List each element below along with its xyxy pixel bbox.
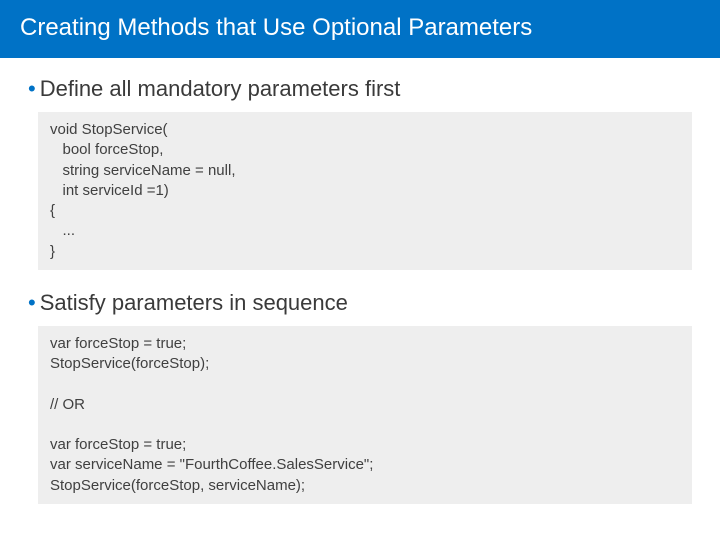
code-block-1: void StopService( bool forceStop, string…: [38, 112, 692, 270]
bullet-icon: •: [28, 292, 36, 314]
code-block-2: var forceStop = true; StopService(forceS…: [38, 326, 692, 504]
bullet-text: Satisfy parameters in sequence: [40, 290, 348, 316]
bullet-icon: •: [28, 78, 36, 100]
bullet-item: • Satisfy parameters in sequence: [28, 290, 692, 316]
bullet-item: • Define all mandatory parameters first: [28, 76, 692, 102]
bullet-text: Define all mandatory parameters first: [40, 76, 401, 102]
slide-body: • Define all mandatory parameters first …: [0, 58, 720, 504]
slide-title: Creating Methods that Use Optional Param…: [20, 14, 532, 41]
slide-header: Creating Methods that Use Optional Param…: [0, 0, 720, 58]
